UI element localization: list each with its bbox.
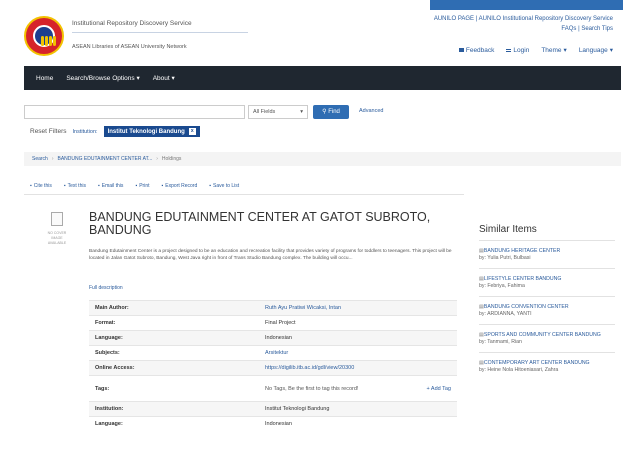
find-button[interactable]: ⚲ Find — [313, 105, 349, 119]
table-row: Institution: Institut Teknologi Bandung — [89, 401, 457, 417]
list-item: BANDUNG HERITAGE CENTER by: Yulia Putri,… — [479, 240, 615, 268]
subject-link[interactable]: Arsitektur — [259, 345, 457, 361]
list-item: LIFESTYLE CENTER BANDUNG by: Febriya, Fa… — [479, 268, 615, 296]
similar-items-heading: Similar Items — [479, 224, 537, 235]
table-row: Subjects: Arsitektur — [89, 345, 457, 361]
header-tools: Feedback Login Theme ▾ Language ▾ — [458, 46, 613, 55]
feedback-icon — [458, 48, 464, 52]
similar-items-list: BANDUNG HERITAGE CENTER by: Yulia Putri,… — [479, 240, 615, 380]
similar-item-title[interactable]: BANDUNG HERITAGE CENTER — [479, 248, 615, 255]
print-button[interactable]: Print — [135, 183, 149, 194]
record-title: BANDUNG EDUTAINMENT CENTER AT GATOT SUBR… — [89, 210, 431, 237]
login-link[interactable]: Login — [506, 47, 529, 54]
save-to-list-button[interactable]: Save to List — [209, 183, 239, 194]
table-row: Format: Final Project — [89, 315, 457, 331]
breadcrumb-search[interactable]: Search — [32, 156, 48, 162]
search-input[interactable] — [24, 105, 245, 119]
breadcrumb-holdings: Holdings — [161, 156, 182, 162]
main-navbar: Home Search/Browse Options ▾ About ▾ — [24, 66, 621, 90]
search-icon: ⚲ — [322, 109, 327, 115]
top-band — [430, 0, 623, 10]
table-row: Online Access: https://digilib.itb.ac.id/… — [89, 360, 457, 376]
breadcrumb-separator: › — [51, 156, 54, 162]
similar-item-title[interactable]: SPORTS AND COMMUNITY CENTER BANDUNG — [479, 332, 615, 339]
caret-down-icon: ▾ — [300, 109, 303, 115]
similar-item-author: by: ARDIANNA, YANTI — [479, 311, 532, 317]
document-icon — [51, 212, 63, 226]
faq-links[interactable]: FAQs | Search Tips — [434, 24, 613, 34]
breadcrumb-separator: › — [156, 156, 158, 162]
online-access-link[interactable]: https://digilib.itb.ac.id/gdl/view/20300 — [259, 360, 457, 376]
caret-down-icon: ▾ — [563, 47, 567, 54]
filter-chip-text: Institut Teknologi Bandung — [107, 128, 185, 135]
close-icon[interactable]: x — [188, 128, 196, 135]
nav-about[interactable]: About ▾ — [153, 74, 175, 82]
breadcrumb-record[interactable]: BANDUNG EDUTAINMENT CENTER AT... — [58, 156, 153, 162]
table-row: Tags: No Tags, Be the first to tag this … — [89, 375, 457, 402]
asean-logo[interactable] — [24, 16, 64, 56]
caret-down-icon: ▾ — [171, 75, 175, 82]
record-toolbar: Cite this Text this Email this Print Exp… — [24, 183, 464, 195]
email-this-button[interactable]: Email this — [98, 183, 124, 194]
similar-item-title[interactable]: LIFESTYLE CENTER BANDUNG — [479, 276, 615, 283]
site-title-rule — [72, 32, 248, 33]
theme-dropdown[interactable]: Theme ▾ — [541, 46, 567, 55]
similar-item-author: by: Tanmami, Rian — [479, 339, 522, 345]
list-item: BANDUNG CONVENTION CENTER by: ARDIANNA, … — [479, 296, 615, 324]
similar-item-title[interactable]: CONTEMPORARY ART CENTER BANDUNG — [479, 360, 615, 367]
table-row: Language: Indonesian — [89, 416, 457, 432]
record-details-table: Main Author: Ruth Ayu Pratiwi Wicaksi, In… — [89, 300, 457, 432]
header-links: AUNILO PAGE | AUNILO Institutional Repos… — [434, 14, 613, 34]
aunilo-links[interactable]: AUNILO PAGE | AUNILO Institutional Repos… — [434, 14, 613, 24]
full-description-link[interactable]: Full description — [89, 285, 123, 291]
similar-item-author: by: Yulia Putri, Bulbasi — [479, 255, 531, 261]
export-record-button[interactable]: Export Record — [162, 183, 197, 194]
advanced-search-link[interactable]: Advanced — [359, 108, 383, 114]
similar-item-author: by: Febriya, Fahima — [479, 283, 525, 289]
list-item: CONTEMPORARY ART CENTER BANDUNG by: Hein… — [479, 352, 615, 380]
similar-item-title[interactable]: BANDUNG CONVENTION CENTER — [479, 304, 615, 311]
filter-chip-institution[interactable]: Institut Teknologi Bandung x — [103, 126, 200, 137]
search-type-select[interactable]: All Fields ▾ — [248, 105, 308, 119]
cover-thumbnail: NO COVER IMAGE AVAILABLE — [42, 212, 72, 250]
logo-emblem — [33, 25, 55, 47]
no-cover-caption: NO COVER IMAGE AVAILABLE — [47, 231, 67, 245]
breadcrumb: Search › BANDUNG EDUTAINMENT CENTER AT..… — [24, 152, 621, 166]
feedback-link[interactable]: Feedback — [458, 47, 494, 54]
site-subtitle: ASEAN Libraries of ASEAN University Netw… — [72, 44, 187, 50]
reset-filters-link[interactable]: Reset Filters — [30, 128, 66, 135]
caret-down-icon: ▾ — [136, 75, 140, 82]
nav-search-browse[interactable]: Search/Browse Options ▾ — [66, 74, 139, 82]
table-row: Language: Indonesian — [89, 330, 457, 346]
no-tags-text: No Tags, Be the first to tag this record… — [265, 385, 359, 392]
filter-chip-label: Institution: — [72, 128, 98, 135]
author-link[interactable]: Ruth Ayu Pratiwi Wicaksi, Intan — [259, 300, 457, 316]
language-dropdown[interactable]: Language ▾ — [579, 46, 613, 55]
active-filters: Reset Filters Institution: Institut Tekn… — [30, 126, 200, 137]
list-item: SPORTS AND COMMUNITY CENTER BANDUNG by: … — [479, 324, 615, 352]
text-this-button[interactable]: Text this — [64, 183, 86, 194]
record-abstract: Bandung Edutainment Center is a project … — [89, 249, 452, 261]
caret-down-icon: ▾ — [609, 47, 613, 54]
cite-this-button[interactable]: Cite this — [30, 183, 52, 194]
add-tag-button[interactable]: Add Tag — [426, 386, 451, 392]
key-icon — [506, 48, 512, 52]
similar-item-author: by: Heine Nola Hitoeniasari, Zahra — [479, 367, 559, 373]
table-row: Main Author: Ruth Ayu Pratiwi Wicaksi, In… — [89, 300, 457, 316]
nav-home[interactable]: Home — [36, 75, 53, 82]
site-title[interactable]: Institutional Repository Discovery Servi… — [72, 20, 192, 27]
